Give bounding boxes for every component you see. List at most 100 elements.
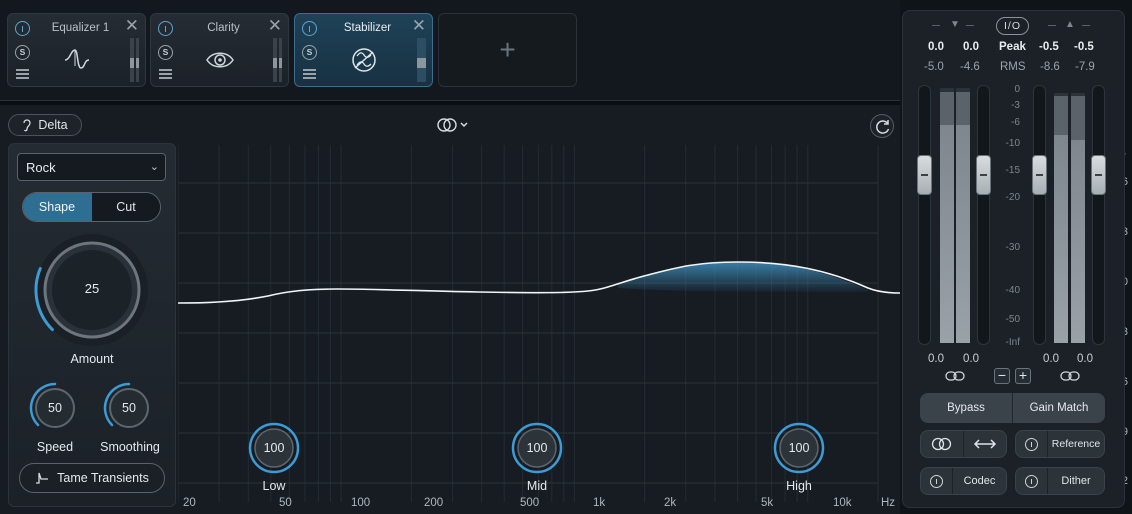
- solo-button[interactable]: S: [15, 45, 30, 60]
- smoothing-label: Smoothing: [100, 440, 160, 454]
- meter-scale-label: -10: [1005, 138, 1020, 149]
- module-title: Equalizer 1: [51, 22, 110, 34]
- band-high-knob[interactable]: 100: [773, 422, 825, 474]
- band-low-label: Low: [262, 479, 286, 493]
- reference-button[interactable]: Reference: [1048, 431, 1104, 457]
- swap-channels-icon[interactable]: [964, 431, 1006, 457]
- add-module-slot[interactable]: +: [438, 13, 577, 87]
- io-button[interactable]: I/O: [996, 17, 1029, 35]
- meter-scale-label: -3: [1011, 100, 1020, 111]
- module-title: Clarity: [207, 22, 240, 34]
- dither-power-icon[interactable]: [1016, 468, 1048, 494]
- dither-button[interactable]: Dither: [1048, 468, 1104, 494]
- output-gain-track-right[interactable]: [1092, 85, 1105, 345]
- link-icon[interactable]: [945, 370, 965, 382]
- band-low-value: 100: [263, 441, 285, 455]
- input-gain-right: 0.0: [963, 353, 979, 365]
- close-icon[interactable]: ✕: [412, 17, 426, 34]
- link-icon[interactable]: [1060, 370, 1080, 382]
- stereo-mode-icon[interactable]: [436, 117, 470, 133]
- eq-curve-icon: [64, 49, 89, 69]
- hz-tick-label: 500: [520, 497, 540, 509]
- module-meter: [417, 38, 426, 82]
- module-meter: [273, 38, 282, 82]
- list-icon[interactable]: [159, 69, 172, 79]
- smoothing-knob[interactable]: 50: [103, 382, 155, 434]
- output-peak-right: -0.5: [1074, 41, 1094, 53]
- stereo-width-group: [920, 430, 1007, 458]
- speed-value: 50: [48, 401, 62, 415]
- dither-group: Dither: [1015, 467, 1105, 495]
- codec-button[interactable]: Codec: [953, 468, 1006, 494]
- meter-scale-label: 0: [1014, 84, 1020, 95]
- hz-tick-label: 2k: [664, 497, 677, 509]
- power-icon[interactable]: [302, 21, 317, 36]
- smoothing-value: 50: [122, 401, 136, 415]
- hz-unit: Hz: [881, 497, 896, 509]
- module-title: Stabilizer: [343, 22, 392, 34]
- output-gain-track[interactable]: [1033, 85, 1046, 345]
- meter-scale-label: -Inf: [1005, 337, 1020, 348]
- input-triangle-icon[interactable]: ▼: [950, 19, 960, 30]
- mode-tabs: Shape Cut: [22, 192, 161, 222]
- minus-button[interactable]: −: [994, 368, 1010, 384]
- meter-scale-label: -50: [1005, 314, 1020, 325]
- output-gain-left-fader[interactable]: [1032, 155, 1047, 195]
- module-meter: [130, 38, 139, 82]
- reset-icon[interactable]: [870, 114, 894, 138]
- hz-tick-label: 100: [351, 497, 371, 509]
- input-gain-track-right[interactable]: [977, 85, 990, 345]
- solo-button[interactable]: S: [302, 45, 317, 60]
- preset-dropdown[interactable]: Rock ⌄: [17, 153, 166, 181]
- codec-power-icon[interactable]: [921, 468, 953, 494]
- close-icon[interactable]: ✕: [125, 17, 139, 34]
- hz-tick-label: 5k: [761, 497, 774, 509]
- stereo-icon[interactable]: [921, 431, 964, 457]
- power-icon[interactable]: [158, 21, 173, 36]
- hz-tick-label: 20: [183, 497, 196, 509]
- codec-group: Codec: [920, 467, 1007, 495]
- output-rms-left: -8.6: [1040, 61, 1060, 73]
- close-icon[interactable]: ✕: [268, 17, 282, 34]
- hz-tick-label: 50: [279, 497, 292, 509]
- reference-power-icon[interactable]: [1016, 431, 1048, 457]
- input-rms-left: -5.0: [924, 61, 944, 73]
- speed-knob[interactable]: 50: [29, 382, 81, 434]
- tab-shape[interactable]: Shape: [23, 193, 91, 221]
- output-meter-left: [1054, 93, 1068, 343]
- module-stabilizer[interactable]: Stabilizer S ✕: [294, 13, 433, 87]
- output-gain-right-fader[interactable]: [1091, 155, 1106, 195]
- peak-label: Peak: [999, 41, 1026, 53]
- plus-icon[interactable]: +: [499, 34, 515, 66]
- module-clarity[interactable]: Clarity S ✕: [150, 13, 289, 87]
- bypass-button[interactable]: Bypass: [920, 393, 1012, 423]
- plus-button[interactable]: +: [1015, 368, 1031, 384]
- input-peak-right: 0.0: [963, 41, 979, 53]
- input-gain-left-fader[interactable]: [917, 155, 932, 195]
- dash: [1048, 25, 1056, 26]
- input-gain-track[interactable]: [918, 85, 931, 345]
- band-low-knob[interactable]: 100: [248, 422, 300, 474]
- dash: [932, 25, 940, 26]
- solo-button[interactable]: S: [158, 45, 173, 60]
- output-peak-left: -0.5: [1039, 41, 1059, 53]
- amount-knob[interactable]: 25: [32, 230, 152, 350]
- module-equalizer[interactable]: Equalizer 1 S ✕: [7, 13, 146, 87]
- power-icon[interactable]: [15, 21, 30, 36]
- output-triangle-icon[interactable]: ▲: [1065, 19, 1075, 30]
- tame-transients-label: Tame Transients: [57, 471, 149, 485]
- tame-transients-button[interactable]: Tame Transients: [19, 463, 165, 493]
- list-icon[interactable]: [303, 69, 316, 79]
- input-gain-right-fader[interactable]: [976, 155, 991, 195]
- band-mid-knob[interactable]: 100: [511, 422, 563, 474]
- list-icon[interactable]: [16, 69, 29, 79]
- band-high-label: High: [786, 479, 812, 493]
- tab-cut[interactable]: Cut: [91, 193, 160, 221]
- reference-group: Reference: [1015, 430, 1105, 458]
- delta-button[interactable]: Delta: [8, 114, 82, 136]
- gain-match-button[interactable]: Gain Match: [1012, 393, 1105, 423]
- input-meter-right: [956, 88, 970, 343]
- meter-scale-label: -40: [1005, 285, 1020, 296]
- ear-icon: [23, 119, 32, 132]
- rms-label: RMS: [1000, 61, 1026, 73]
